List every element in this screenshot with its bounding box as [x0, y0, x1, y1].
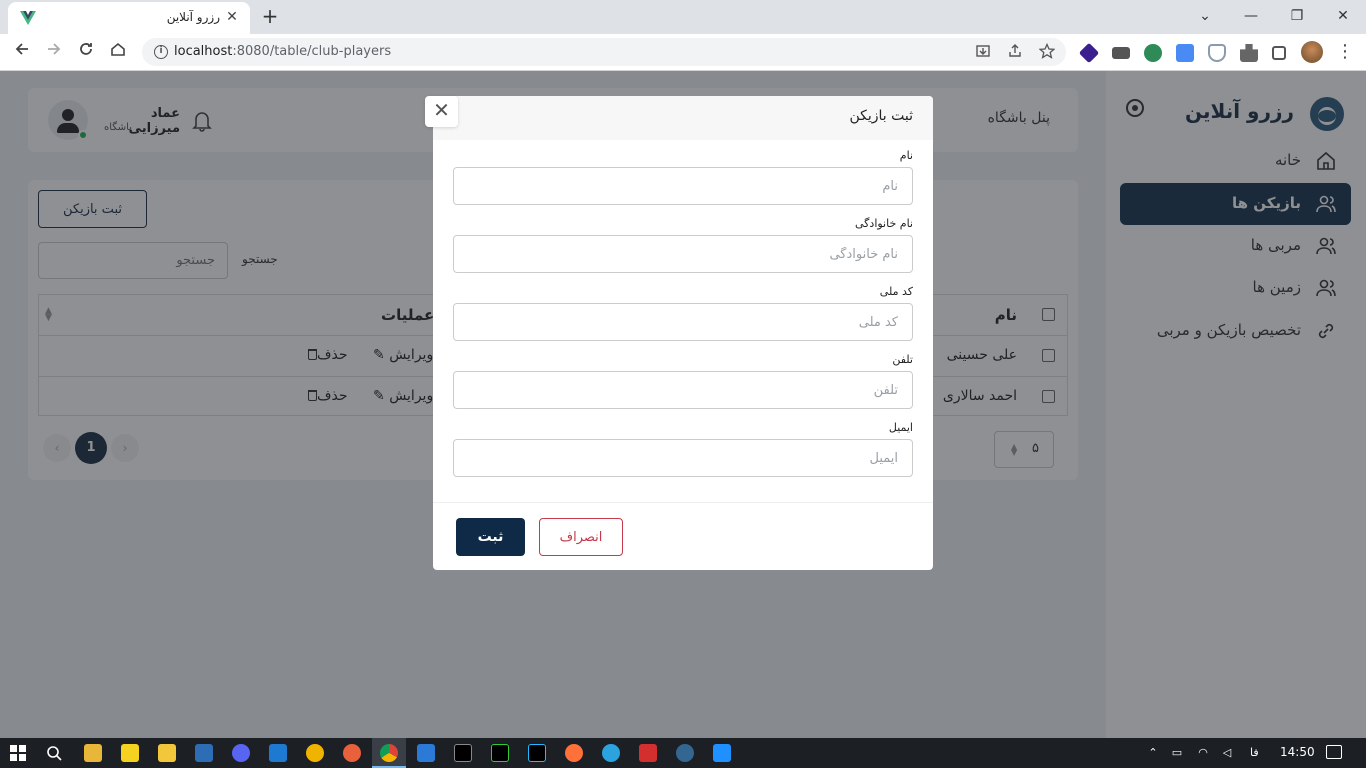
last-name-input[interactable] — [453, 235, 913, 273]
modal-header: ثبت بازیکن — [433, 96, 933, 140]
webstorm-icon[interactable] — [528, 744, 546, 762]
postgres-icon[interactable] — [676, 744, 694, 762]
close-icon[interactable]: ✕ — [425, 96, 458, 127]
profile-avatar[interactable] — [1301, 41, 1323, 63]
phone-label: تلفن — [892, 353, 913, 366]
close-window-button[interactable]: ✕ — [1330, 4, 1356, 28]
mail-extension-icon[interactable] — [1112, 47, 1130, 59]
last-name-label: نام خانوادگی — [855, 217, 913, 230]
search-icon[interactable] — [46, 745, 62, 761]
cancel-button[interactable]: انصراف — [539, 518, 623, 556]
file-explorer-icon[interactable] — [84, 744, 102, 762]
database-tool-icon[interactable] — [195, 744, 213, 762]
first-name-input[interactable] — [453, 167, 913, 205]
bookmark-star-icon[interactable] — [1038, 42, 1056, 61]
email-label: ایمیل — [888, 421, 913, 434]
photos-icon[interactable] — [713, 744, 731, 762]
language-indicator[interactable]: فا — [1250, 746, 1259, 759]
share-icon[interactable] — [1006, 43, 1024, 61]
volume-icon[interactable]: ◁ — [1220, 746, 1234, 760]
url-text[interactable]: localhost:8080/table/club-players — [174, 44, 391, 59]
app-page: رزرو آنلاین خانه بازیکن ها مربی ها زمین … — [0, 71, 1366, 738]
install-app-icon[interactable] — [974, 43, 992, 61]
wifi-icon[interactable]: ◠ — [1196, 746, 1210, 760]
sticky-notes-icon[interactable] — [121, 744, 139, 762]
trello-icon[interactable] — [269, 744, 287, 762]
browser-tabstrip: رزرو آنلاین ✕ + ⌄ — ❐ ✕ — [0, 0, 1366, 34]
side-panel-icon[interactable] — [1272, 46, 1286, 60]
vue-logo-icon — [20, 11, 36, 25]
national-code-label: کد ملی — [879, 285, 913, 298]
telegram-icon[interactable] — [602, 744, 620, 762]
restore-button[interactable]: ❐ — [1284, 4, 1310, 28]
firefox-icon[interactable] — [565, 744, 583, 762]
vivaldi-icon[interactable] — [639, 744, 657, 762]
discord-icon[interactable] — [232, 744, 250, 762]
browser-menu-icon[interactable]: ⋮ — [1336, 41, 1354, 63]
email-input[interactable] — [453, 439, 913, 477]
phpstorm-icon[interactable] — [454, 744, 472, 762]
minimize-button[interactable]: — — [1238, 4, 1264, 28]
site-info-icon[interactable]: i — [154, 45, 168, 59]
add-player-modal: ثبت بازیکن ✕ نام نام خانوادگی کد ملی تلف… — [425, 96, 933, 570]
globe-extension-icon[interactable] — [1144, 44, 1162, 62]
notification-center-icon[interactable] — [1326, 745, 1342, 759]
tab-search-icon[interactable]: ⌄ — [1192, 4, 1218, 28]
translate-extension-icon[interactable] — [1176, 44, 1194, 62]
shield-extension-icon[interactable] — [1208, 44, 1226, 62]
battery-icon[interactable]: ▭ — [1170, 746, 1184, 760]
phone-input[interactable] — [453, 371, 913, 409]
modal-title: ثبت بازیکن — [849, 108, 913, 124]
new-tab-button[interactable]: + — [258, 5, 282, 29]
extension-icon[interactable] — [1078, 42, 1100, 64]
tab-close-icon[interactable]: ✕ — [224, 9, 240, 25]
windows-start-icon[interactable] — [10, 745, 26, 761]
postman-icon[interactable] — [343, 744, 361, 762]
modal-divider — [433, 502, 933, 503]
submit-button[interactable]: ثبت — [456, 518, 525, 556]
browser-toolbar: i localhost:8080/table/club-players ⋮ — [0, 34, 1366, 71]
national-code-input[interactable] — [453, 303, 913, 341]
pycharm-icon[interactable] — [491, 744, 509, 762]
chrome-icon[interactable] — [380, 744, 398, 762]
reload-icon[interactable] — [74, 40, 98, 64]
forward-icon[interactable] — [42, 40, 66, 64]
app-icon[interactable] — [306, 744, 324, 762]
back-icon[interactable] — [10, 40, 34, 64]
vscode-icon[interactable] — [417, 744, 435, 762]
tray-chevron-icon[interactable]: ⌃ — [1146, 746, 1160, 760]
media-app-icon[interactable] — [158, 744, 176, 762]
first-name-label: نام — [899, 149, 913, 162]
taskbar: ⌃ ▭ ◠ ◁ فا 14:50 — [0, 738, 1366, 768]
clock[interactable]: 14:50 — [1280, 745, 1315, 759]
browser-tab[interactable]: رزرو آنلاین ✕ — [8, 2, 250, 34]
puzzle-extensions-icon[interactable] — [1240, 44, 1258, 62]
address-bar[interactable]: i localhost:8080/table/club-players — [142, 38, 1066, 66]
home-page-icon[interactable] — [106, 40, 130, 64]
tab-title: رزرو آنلاین — [166, 10, 220, 24]
